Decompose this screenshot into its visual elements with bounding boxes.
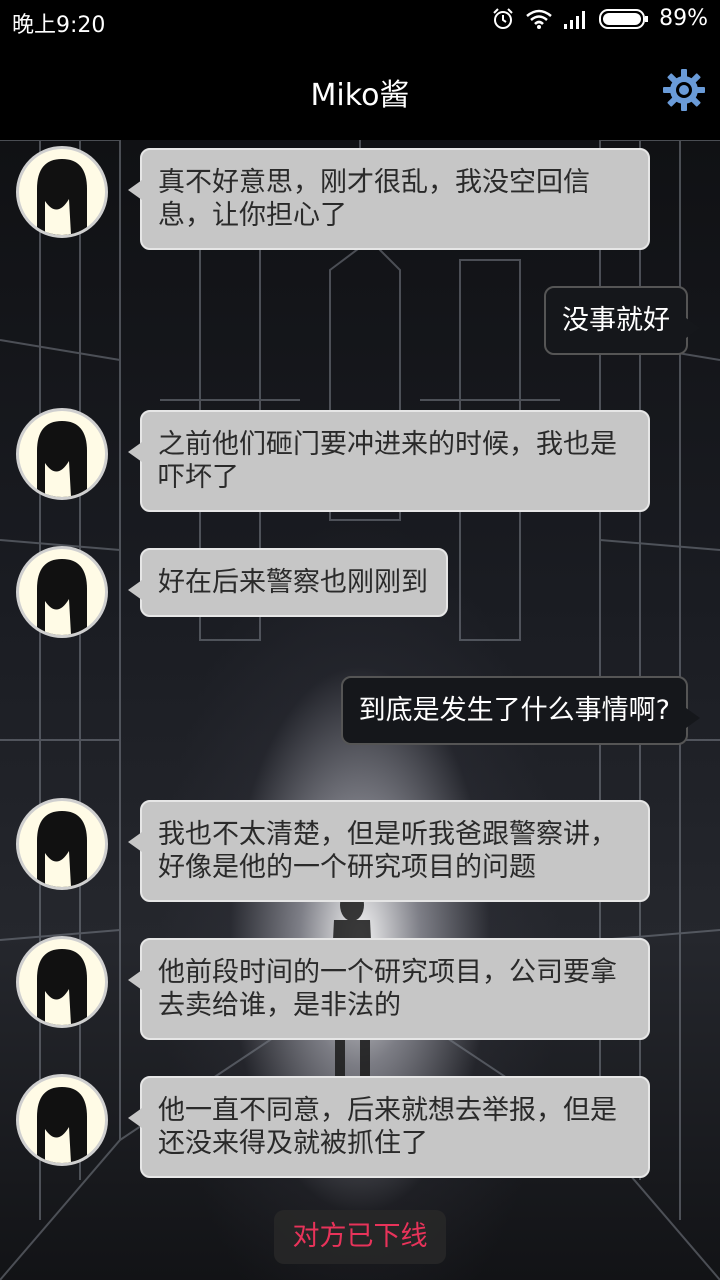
status-time: 晚上9:20: [12, 13, 106, 38]
message-bubble-received: 之前他们砸门要冲进来的时候，我也是吓坏了: [128, 410, 650, 512]
signal-icon: [563, 8, 589, 30]
message-bubble-received: 他一直不同意，后来就想去举报，但是还没来得及就被抓住了: [128, 1076, 650, 1178]
chat-area[interactable]: 真不好意思，刚才很乱，我没空回信息，让你担心了 没事就好 之前他们砸门要冲进来的…: [0, 140, 720, 1280]
contact-avatar[interactable]: [16, 146, 108, 238]
gear-icon: [663, 69, 705, 111]
battery-icon: [599, 7, 649, 31]
alarm-icon: [491, 7, 515, 31]
contact-avatar[interactable]: [16, 546, 108, 638]
contact-avatar[interactable]: [16, 798, 108, 890]
title-bar: Miko酱: [0, 40, 720, 140]
screen: 晚上9:20 89% Miko酱 真不好意思，刚才很乱，我没空回信息，让你担心了…: [0, 0, 720, 1280]
chat-title: Miko酱: [310, 78, 410, 113]
contact-avatar[interactable]: [16, 408, 108, 500]
message-bubble-received: 好在后来警察也刚刚到: [128, 548, 448, 617]
wifi-icon: [525, 8, 553, 30]
settings-button[interactable]: [662, 68, 706, 112]
contact-avatar[interactable]: [16, 936, 108, 1028]
battery-percentage: 89%: [659, 6, 708, 31]
message-bubble-received: 真不好意思，刚才很乱，我没空回信息，让你担心了: [128, 148, 650, 250]
status-bar: 晚上9:20 89%: [0, 0, 720, 40]
offline-status-badge: 对方已下线: [274, 1210, 446, 1264]
message-bubble-received: 他前段时间的一个研究项目，公司要拿去卖给谁，是非法的: [128, 938, 650, 1040]
status-icons: 89%: [491, 6, 708, 31]
message-bubble-received: 我也不太清楚，但是听我爸跟警察讲，好像是他的一个研究项目的问题: [128, 800, 650, 902]
message-bubble-sent: 没事就好: [544, 286, 700, 355]
message-bubble-sent: 到底是发生了什么事情啊?: [340, 676, 701, 745]
contact-avatar[interactable]: [16, 1074, 108, 1166]
